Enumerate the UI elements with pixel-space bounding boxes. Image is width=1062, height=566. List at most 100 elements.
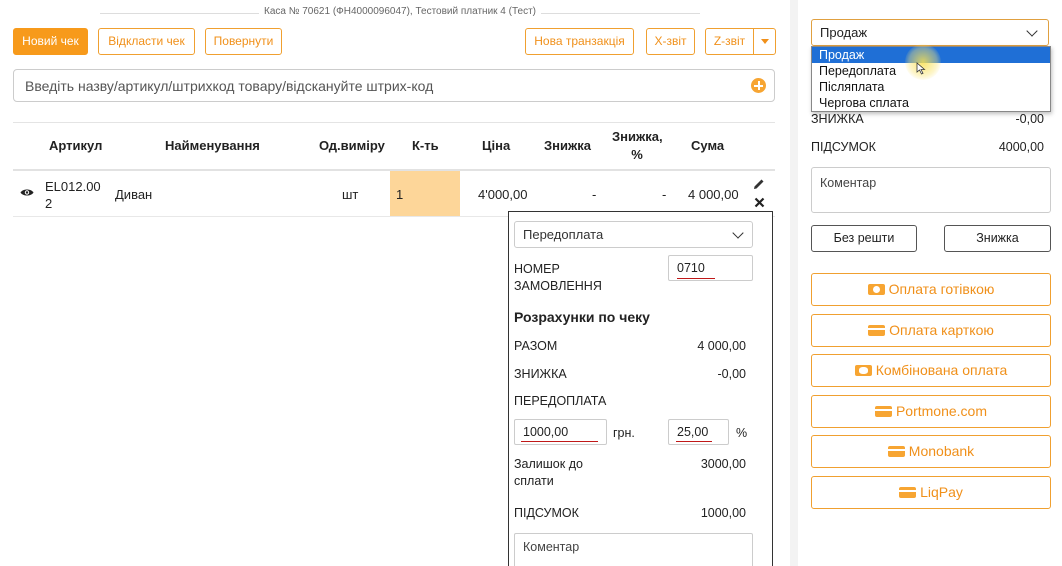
new-check-button[interactable]: Новий чек — [13, 28, 88, 55]
header-discount-pct: Знижка, % — [612, 129, 663, 162]
right-discount-label: ЗНИЖКА — [811, 112, 864, 126]
postpone-check-button[interactable]: Відкласти чек — [98, 28, 195, 55]
x-report-button[interactable]: X-звіт — [646, 28, 695, 55]
remaining-label: Залишок до сплати — [514, 456, 583, 490]
card-icon — [887, 445, 905, 457]
return-button[interactable]: Повернути — [205, 28, 282, 55]
percent-sign: % — [736, 426, 748, 440]
header-qty: К-ть — [412, 138, 439, 153]
total-value: 4 000,00 — [697, 339, 746, 353]
right-comment-input[interactable]: Коментар — [811, 167, 1051, 213]
row-article: EL012.00 2 — [45, 178, 101, 212]
pay-portmone-label: Portmone.com — [895, 403, 988, 419]
row-article-line2: 2 — [45, 196, 53, 211]
header-name: Найменування — [165, 138, 260, 153]
spellcheck-underline — [677, 278, 715, 279]
header-sum: Сума — [691, 138, 725, 153]
z-report-button[interactable]: Z-звіт — [705, 28, 754, 55]
remaining-label-line2: сплати — [514, 474, 554, 488]
row-discount: - — [592, 187, 597, 202]
pay-portmone-button[interactable]: Portmone.com — [811, 395, 1051, 428]
dropdown-option-postpayment[interactable]: Післяплата — [812, 79, 1050, 95]
check-panel: Каса № 70621 (ФН4000096047), Тестовий пл… — [0, 0, 790, 566]
order-number-label-line2: ЗАМОВЛЕННЯ — [514, 279, 602, 293]
total-label: РАЗОМ — [514, 339, 558, 353]
payment-type-value: Передоплата — [523, 227, 604, 242]
spellcheck-underline — [521, 441, 598, 442]
card-icon — [874, 405, 892, 417]
panel-divider — [790, 0, 798, 566]
right-comment-placeholder: Коментар — [820, 176, 877, 190]
row-price: 4'000,00 — [478, 187, 528, 202]
remaining-label-line1: Залишок до — [514, 457, 583, 471]
row-sum: 4 000,00 — [688, 187, 739, 202]
pay-card-button[interactable]: Оплата карткою — [811, 314, 1051, 347]
card-icon — [868, 324, 886, 336]
new-transaction-button[interactable]: Нова транзакція — [525, 28, 634, 55]
card-icon — [899, 486, 917, 498]
right-subtotal-label: ПІДСУМОК — [811, 140, 876, 154]
popup-comment-input[interactable]: Коментар — [514, 533, 753, 566]
spellcheck-underline — [676, 441, 712, 442]
row-qty-cell[interactable]: 1 — [390, 171, 460, 216]
row-discount-pct: - — [662, 187, 667, 202]
header-unit: Од.виміру — [319, 138, 385, 153]
header-article: Артикул — [49, 138, 103, 153]
header-discount: Знижка — [544, 138, 591, 153]
table-header: Артикул Найменування Од.виміру К-ть Ціна… — [0, 125, 790, 169]
subtotal-label: ПІДСУМОК — [514, 506, 579, 520]
currency-label: грн. — [613, 426, 635, 440]
pay-monobank-label: Monobank — [908, 443, 975, 459]
close-icon[interactable] — [754, 197, 765, 208]
table-top-border — [13, 122, 775, 123]
section-title: Розрахунки по чеку — [514, 309, 650, 325]
table-row[interactable]: EL012.00 2 Диван шт 1 4'000,00 - - 4 000… — [0, 171, 790, 216]
pay-cash-button[interactable]: Оплата готівкою — [811, 273, 1051, 306]
caret-down-icon — [760, 39, 769, 45]
cash-icon — [867, 283, 885, 295]
header-price: Ціна — [482, 138, 511, 153]
operation-select[interactable]: Продаж — [811, 19, 1049, 46]
combined-payment-icon — [854, 364, 872, 376]
product-search-input[interactable] — [14, 70, 734, 101]
pay-monobank-button[interactable]: Monobank — [811, 435, 1051, 468]
pay-liqpay-button[interactable]: LiqPay — [811, 476, 1051, 509]
pay-cash-label: Оплата готівкою — [888, 281, 995, 297]
prepay-label: ПЕРЕДОПЛАТА — [514, 394, 607, 408]
z-report-dropdown-button[interactable] — [753, 28, 776, 55]
dropdown-option-installment[interactable]: Чергова сплата — [812, 95, 1050, 111]
discount-button[interactable]: Знижка — [944, 225, 1051, 252]
row-unit: шт — [342, 187, 359, 202]
prepay-amount-value: 1000,00 — [523, 425, 569, 439]
operation-select-value: Продаж — [820, 25, 868, 40]
pay-combined-button[interactable]: Комбінована оплата — [811, 354, 1051, 387]
pay-card-label: Оплата карткою — [889, 322, 994, 338]
subtotal-value: 1000,00 — [700, 506, 746, 520]
popup-comment-placeholder: Коментар — [523, 540, 580, 554]
row-article-line1: EL012.00 — [45, 179, 101, 194]
mouse-pointer-icon — [916, 62, 926, 75]
remaining-value: 3000,00 — [700, 457, 746, 471]
pencil-icon[interactable] — [753, 178, 765, 190]
add-product-icon[interactable] — [751, 78, 766, 93]
discount-label: ЗНИЖКА — [514, 367, 567, 381]
header-discount-pct-line2: % — [631, 147, 643, 162]
row-qty: 1 — [396, 187, 404, 202]
order-number-label: НОМЕР ЗАМОВЛЕННЯ — [514, 261, 602, 295]
row-name: Диван — [115, 187, 153, 202]
chevron-down-icon — [732, 227, 744, 239]
chevron-down-icon — [1026, 25, 1038, 37]
kasa-info: Каса № 70621 (ФН4000096047), Тестовий пл… — [259, 6, 541, 17]
no-change-button[interactable]: Без решти — [811, 225, 917, 252]
pay-combined-label: Комбінована оплата — [875, 362, 1008, 378]
order-number-label-line1: НОМЕР — [514, 262, 560, 276]
product-search — [13, 69, 775, 102]
discount-value: -0,00 — [717, 367, 747, 381]
eye-icon[interactable] — [20, 188, 34, 197]
prepay-percent-value: 25,00 — [677, 425, 709, 439]
right-discount-value: -0,00 — [1015, 112, 1045, 126]
payment-type-select[interactable]: Передоплата — [514, 221, 753, 248]
header-discount-pct-line1: Знижка, — [612, 129, 663, 144]
right-subtotal-value: 4000,00 — [998, 140, 1044, 154]
pay-liqpay-label: LiqPay — [920, 484, 963, 500]
